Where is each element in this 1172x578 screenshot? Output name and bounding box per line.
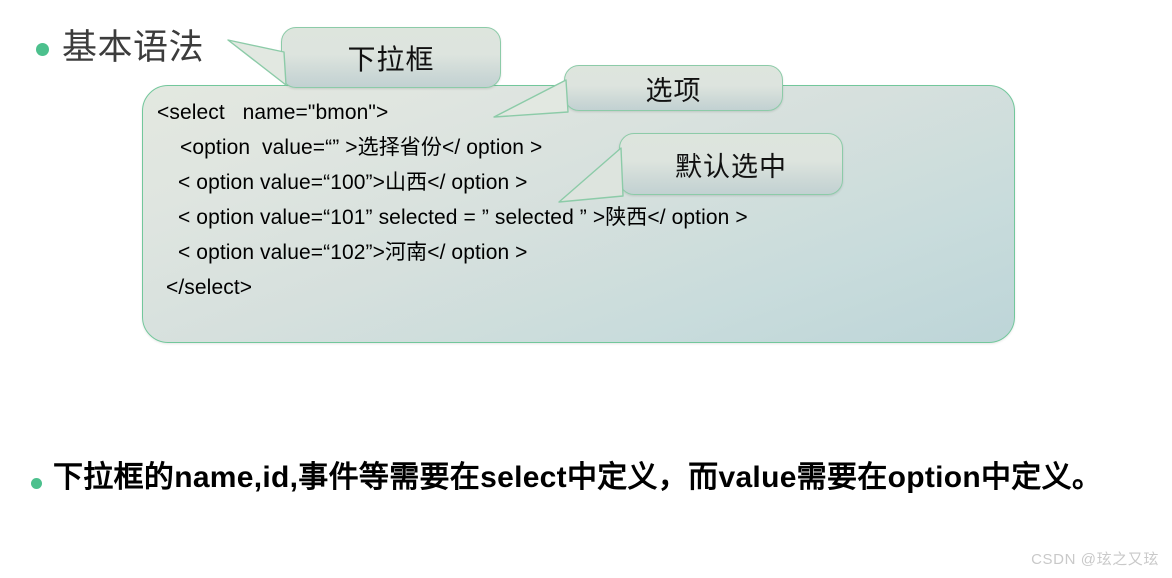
- code-line: <option value=“” >选择省份</ option >: [180, 136, 543, 159]
- code-line: < option value=“101” selected = ” select…: [178, 206, 748, 229]
- watermark: CSDN @玹之又玹: [1031, 551, 1159, 568]
- callout-default-selected: 默认选中: [619, 133, 843, 195]
- bullet-dot-icon: [36, 43, 49, 56]
- note-bullet-row: 下拉框的name,id,事件等需要在select中定义，而value需要在opt…: [31, 457, 1141, 498]
- heading-bullet-row: 基本语法: [36, 26, 204, 70]
- slide-canvas: 基本语法 <select name="bmon"> <option value=…: [0, 0, 1172, 578]
- code-block: <select name="bmon"> <option value=“” >选…: [157, 95, 1008, 305]
- callout-dropdown: 下拉框: [281, 27, 501, 88]
- code-line: < option value=“100”>山西</ option >: [178, 171, 528, 194]
- callout-label: 选项: [645, 75, 702, 106]
- code-line: </select>: [166, 276, 253, 299]
- callout-label: 默认选中: [675, 151, 787, 182]
- callout-tail-dropdown: [227, 39, 287, 86]
- page-title: 基本语法: [62, 28, 205, 67]
- code-line: < option value=“102”>河南</ option >: [178, 241, 528, 264]
- bullet-dot-icon: [31, 478, 42, 489]
- callout-label: 下拉框: [347, 43, 435, 75]
- code-example-panel: <select name="bmon"> <option value=“” >选…: [142, 85, 1015, 343]
- note-paragraph: 下拉框的name,id,事件等需要在select中定义，而value需要在opt…: [53, 461, 1103, 494]
- callout-option: 选项: [564, 65, 783, 111]
